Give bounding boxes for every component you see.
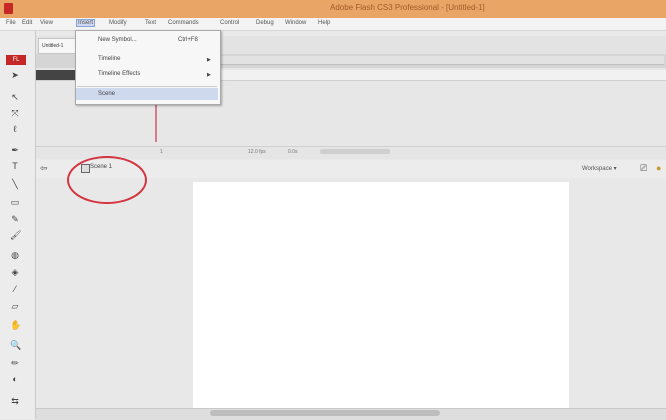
menu-item-new-symbol-shortcut: Ctrl+F8 (178, 37, 198, 43)
eraser-tool-icon[interactable]: ▱ (10, 301, 20, 311)
brush-tool-icon[interactable]: 🖌 (10, 230, 21, 240)
lasso-tool-icon[interactable]: ℓ (10, 124, 20, 134)
menu-commands[interactable]: Commands (168, 20, 199, 26)
free-transform-tool-icon[interactable]: ⤧ (10, 108, 20, 118)
eyedropper-tool-icon[interactable]: ⁄ (10, 284, 20, 294)
hand-tool-icon[interactable]: ✋ (10, 320, 21, 330)
stage-canvas[interactable] (193, 182, 569, 408)
menu-help[interactable]: Help (318, 20, 330, 26)
edit-scene-icon[interactable]: ⎚ (640, 163, 647, 174)
menu-edit[interactable]: Edit (22, 20, 32, 26)
rectangle-tool-icon[interactable]: ▭ (10, 197, 20, 207)
menu-window[interactable]: Window (285, 20, 306, 26)
window-title: Adobe Flash CS3 Professional - [Untitled… (330, 3, 485, 12)
flash-app-icon[interactable] (4, 3, 13, 14)
menu-file[interactable]: File (6, 20, 16, 26)
submenu-arrow-icon: ▶ (207, 57, 211, 63)
submenu-arrow-icon: ▶ (207, 72, 211, 78)
menu-item-timeline-effects[interactable]: Timeline Effects (98, 71, 140, 77)
menu-text[interactable]: Text (145, 20, 156, 26)
menu-item-new-symbol[interactable]: New Symbol... (98, 37, 137, 43)
current-frame: 1 (160, 149, 163, 155)
stroke-color-icon[interactable]: ✏ (10, 358, 20, 368)
menu-insert[interactable]: Insert (75, 19, 96, 27)
timeline-scrollbar[interactable] (320, 149, 390, 154)
swap-colors-icon[interactable]: ⇆ (10, 396, 20, 406)
pen-tool-icon[interactable]: ✒ (10, 145, 20, 155)
line-tool-icon[interactable]: ╲ (10, 179, 20, 189)
menu-item-timeline[interactable]: Timeline (98, 56, 120, 62)
workspace-button[interactable]: Workspace ▾ (582, 165, 617, 172)
back-arrow-icon[interactable]: ⇦ (40, 163, 48, 174)
layer-name-strip[interactable] (36, 70, 76, 80)
tools-header: FL (6, 55, 26, 65)
pencil-tool-icon[interactable]: ✎ (10, 214, 20, 224)
menu-view[interactable]: View (40, 20, 53, 26)
horizontal-scrollbar-thumb[interactable] (210, 410, 440, 416)
paint-bucket-tool-icon[interactable]: ◈ (10, 267, 20, 277)
menu-control[interactable]: Control (220, 20, 239, 26)
elapsed-time: 0.0s (288, 149, 298, 155)
menu-debug[interactable]: Debug (256, 20, 274, 26)
fill-color-icon[interactable]: ◐ (10, 374, 20, 384)
playhead[interactable] (155, 100, 157, 142)
menu-item-scene[interactable]: Scene (98, 91, 115, 97)
annotation-circle (67, 156, 147, 204)
menu-separator (77, 86, 217, 87)
subselection-tool-icon[interactable]: ↖ (10, 92, 20, 102)
ink-bottle-tool-icon[interactable]: ◍ (10, 250, 20, 260)
zoom-tool-icon[interactable]: 🔍 (10, 340, 21, 350)
edit-symbols-icon[interactable]: ● (656, 163, 661, 173)
selection-tool-icon[interactable]: ➤ (10, 70, 20, 80)
menu-modify[interactable]: Modify (109, 20, 127, 26)
text-tool-icon[interactable]: T (10, 161, 20, 171)
frame-rate: 12.0 fps (248, 149, 266, 155)
timeline-frame-ruler[interactable] (220, 56, 664, 65)
